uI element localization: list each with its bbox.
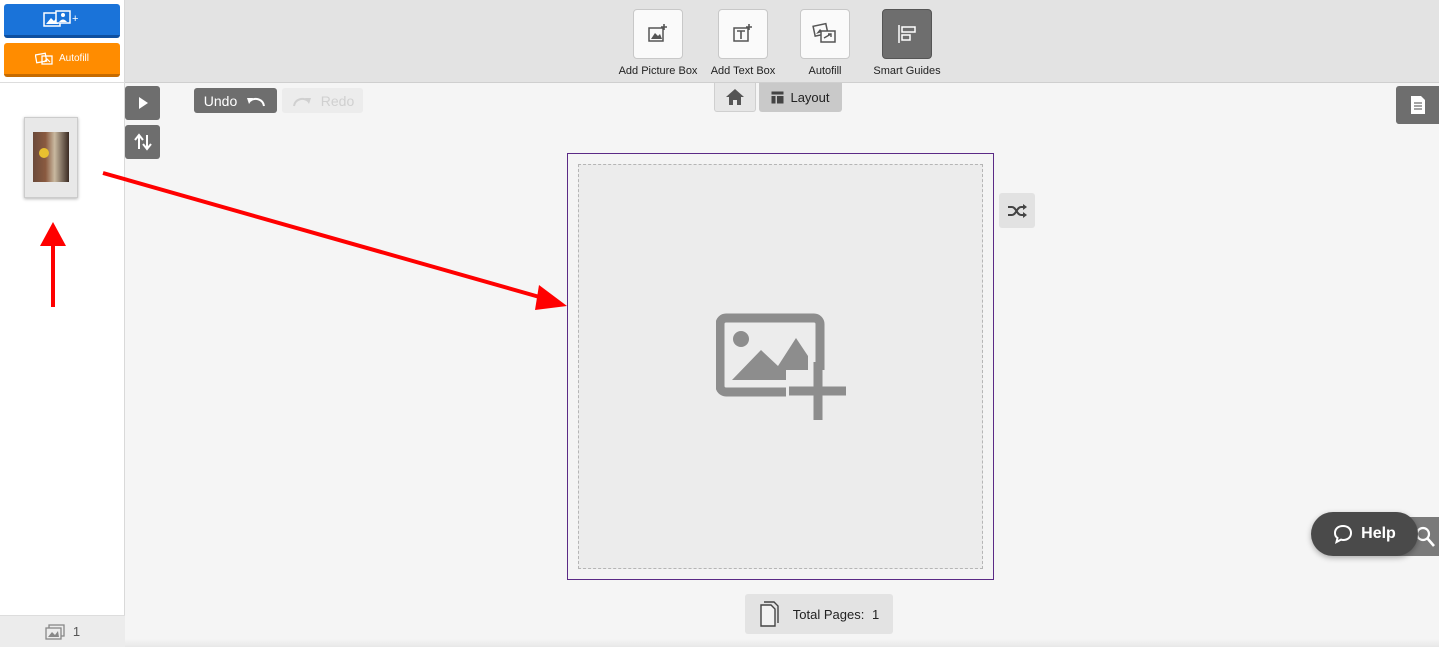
help-button[interactable]: Help (1311, 512, 1418, 556)
bottom-shadow (125, 639, 1439, 647)
album-page (567, 153, 994, 580)
total-pages-value: 1 (871, 606, 880, 622)
total-pages-indicator: Total Pages: 1 (745, 594, 893, 634)
shuffle-icon (1008, 203, 1027, 218)
picture-box-placeholder[interactable] (578, 164, 983, 569)
layout-icon (771, 91, 784, 104)
photo-count: 1 (72, 624, 81, 639)
sort-arrows-icon (133, 133, 152, 151)
add-photos-button[interactable]: + (4, 4, 120, 38)
total-pages-label: Total Pages: (792, 606, 865, 622)
add-picture-placeholder-icon (715, 313, 846, 420)
smart-guides-tool[interactable]: Smart Guides (857, 9, 957, 77)
photo-thumbnail[interactable] (24, 117, 78, 198)
smart-guides-label: Smart Guides (873, 65, 941, 77)
photo-count-footer: 1 (0, 615, 125, 647)
add-picture-box-label: Add Picture Box (618, 65, 698, 77)
redo-label: Redo (320, 92, 355, 109)
add-text-box-icon (733, 24, 752, 42)
expand-panel-button[interactable] (125, 86, 160, 120)
layout-label: Layout (790, 90, 830, 105)
undo-button[interactable]: Undo (194, 88, 277, 113)
add-text-box-button[interactable] (718, 9, 768, 59)
add-text-box-label: Add Text Box (710, 65, 776, 77)
annotation-arrow-diagonal-shaft (102, 171, 544, 300)
smart-guides-button[interactable] (882, 9, 932, 59)
autofill-toolbar-button[interactable] (800, 9, 850, 59)
photos-icon (45, 623, 65, 640)
notes-button[interactable] (1396, 86, 1439, 124)
sidebar-divider (0, 82, 125, 83)
undo-label: Undo (203, 92, 238, 109)
photo-thumbnail-detail (39, 148, 49, 158)
help-label: Help (1361, 525, 1396, 542)
autofill-sidebar-button[interactable]: Autofill (4, 43, 120, 77)
smart-guides-icon (898, 25, 916, 43)
pages-icon (760, 601, 779, 627)
redo-icon (292, 97, 311, 106)
svg-text:+: + (72, 13, 78, 25)
notes-icon (1410, 96, 1425, 114)
chat-bubble-icon (1334, 524, 1353, 544)
autofill-icon (812, 22, 836, 43)
shuffle-layout-button[interactable] (999, 193, 1035, 228)
autofill-sidebar-label: Autofill (58, 53, 89, 64)
add-picture-box-button[interactable] (633, 9, 683, 59)
add-photos-icon: + (43, 9, 78, 27)
play-right-icon (138, 97, 148, 109)
magnifier-icon (1415, 526, 1435, 547)
layout-button[interactable]: Layout (759, 83, 842, 112)
sort-button[interactable] (125, 125, 160, 159)
home-button[interactable] (714, 83, 756, 112)
redo-button[interactable]: Redo (282, 88, 363, 113)
home-icon (726, 89, 744, 105)
annotation-arrow-diagonal-head (535, 285, 567, 310)
autofill-toolbar-label: Autofill (808, 65, 842, 77)
autofill-icon (34, 51, 53, 65)
top-toolbar: Add Picture Box Add Text Box Autofill Sm… (125, 0, 1439, 83)
photo-thumbnail-image (33, 132, 69, 182)
photo-sidebar: + Autofill 1 (0, 0, 125, 647)
add-picture-box-icon (648, 24, 667, 42)
undo-icon (247, 97, 266, 106)
